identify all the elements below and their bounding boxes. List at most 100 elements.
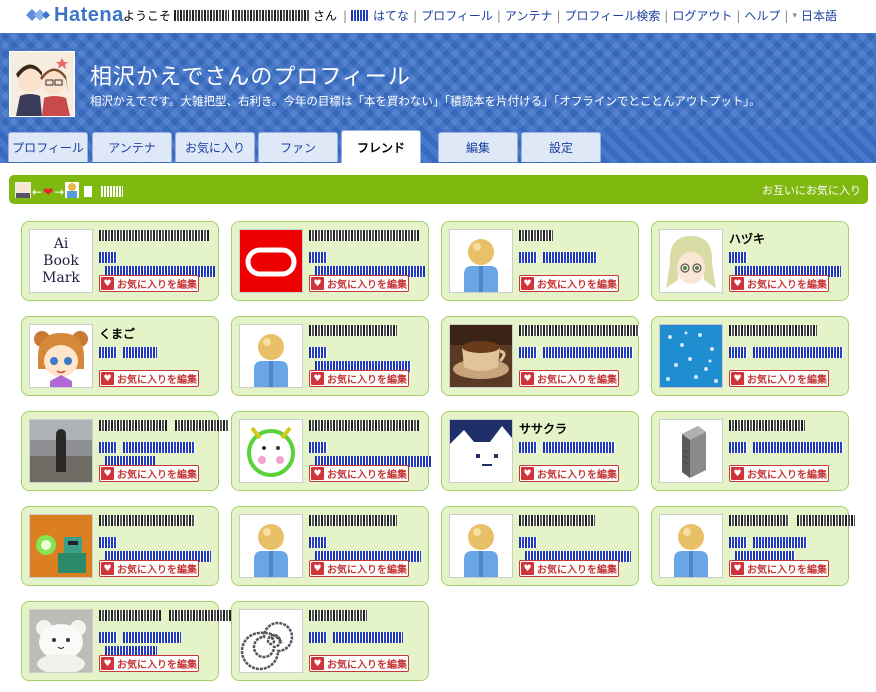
friend-avatar[interactable] — [659, 324, 723, 388]
edit-favorite-button[interactable]: ♥ お気に入りを編集 — [729, 465, 829, 482]
friend-name[interactable] — [309, 230, 419, 244]
redacted-link[interactable] — [309, 632, 327, 643]
friend-avatar[interactable] — [239, 609, 303, 673]
redacted-link[interactable] — [753, 537, 807, 548]
profile-avatar[interactable] — [9, 51, 75, 117]
friend-link[interactable] — [519, 442, 615, 456]
friend-name[interactable]: ササクラ — [519, 420, 567, 437]
friend-name[interactable] — [519, 515, 595, 529]
redacted-link[interactable] — [729, 537, 747, 548]
redacted-link[interactable] — [309, 347, 327, 358]
friend-link[interactable] — [519, 347, 633, 361]
hatena-logo[interactable]: Hatena — [24, 4, 124, 26]
redacted-link[interactable] — [519, 347, 537, 358]
friend-avatar[interactable] — [239, 229, 303, 293]
tab-profile[interactable]: プロフィール — [8, 132, 88, 162]
redacted-link[interactable] — [519, 442, 537, 453]
friend-name[interactable] — [729, 325, 817, 339]
edit-favorite-button[interactable]: ♥ お気に入りを編集 — [99, 655, 199, 672]
friend-name[interactable] — [519, 325, 639, 339]
redacted-link[interactable] — [351, 10, 370, 21]
nav-language[interactable]: 日本語 — [801, 7, 837, 24]
nav-hatena[interactable]: はてな — [373, 7, 409, 24]
redacted-link[interactable] — [519, 537, 537, 548]
redacted-link[interactable] — [309, 252, 327, 263]
redacted-link[interactable] — [543, 347, 633, 358]
tab-fans[interactable]: ファン — [258, 132, 338, 162]
friend-name[interactable] — [99, 230, 209, 244]
friend-name[interactable] — [99, 420, 229, 434]
edit-favorite-button[interactable]: ♥ お気に入りを編集 — [519, 465, 619, 482]
edit-favorite-button[interactable]: ♥ お気に入りを編集 — [99, 275, 199, 292]
friend-name[interactable] — [729, 515, 855, 529]
friend-avatar[interactable] — [659, 419, 723, 483]
nav-profile[interactable]: プロフィール — [421, 7, 493, 24]
friend-avatar[interactable] — [29, 609, 93, 673]
friend-link[interactable] — [519, 252, 597, 266]
redacted-link[interactable] — [729, 252, 747, 263]
friend-avatar[interactable] — [449, 514, 513, 578]
friend-name[interactable] — [309, 515, 397, 529]
nav-profile-search[interactable]: プロフィール検索 — [565, 7, 661, 24]
tab-edit[interactable]: 編集 — [438, 132, 518, 162]
edit-favorite-button[interactable]: ♥ お気に入りを編集 — [99, 465, 199, 482]
edit-favorite-button[interactable]: ♥ お気に入りを編集 — [729, 560, 829, 577]
friend-avatar[interactable] — [29, 419, 93, 483]
edit-favorite-button[interactable]: ♥ お気に入りを編集 — [729, 275, 829, 292]
redacted-link[interactable] — [753, 347, 843, 358]
redacted-link[interactable] — [333, 632, 403, 643]
redacted-link[interactable] — [99, 632, 117, 643]
redacted-link[interactable] — [99, 442, 117, 453]
nav-antenna[interactable]: アンテナ — [505, 7, 553, 24]
friend-avatar[interactable] — [239, 514, 303, 578]
friend-avatar[interactable] — [29, 324, 93, 388]
friend-avatar[interactable] — [29, 514, 93, 578]
friend-name[interactable] — [99, 610, 235, 624]
tab-settings[interactable]: 設定 — [521, 132, 601, 162]
edit-favorite-button[interactable]: ♥ お気に入りを編集 — [309, 560, 409, 577]
tab-favorites[interactable]: お気に入り — [175, 132, 255, 162]
edit-favorite-button[interactable]: ♥ お気に入りを編集 — [99, 370, 199, 387]
friend-name[interactable] — [99, 515, 195, 529]
friend-link[interactable] — [729, 347, 843, 361]
edit-favorite-button[interactable]: ♥ お気に入りを編集 — [309, 655, 409, 672]
redacted-link[interactable] — [729, 442, 747, 453]
friend-avatar[interactable] — [659, 514, 723, 578]
edit-favorite-button[interactable]: ♥ お気に入りを編集 — [519, 370, 619, 387]
redacted-link[interactable] — [309, 442, 327, 453]
friend-name[interactable] — [309, 420, 419, 434]
friend-avatar[interactable] — [659, 229, 723, 293]
friend-name[interactable] — [309, 325, 397, 339]
friend-name[interactable]: くまご — [99, 325, 135, 342]
redacted-link[interactable] — [729, 347, 747, 358]
nav-logout[interactable]: ログアウト — [672, 7, 732, 24]
edit-favorite-button[interactable]: ♥ お気に入りを編集 — [309, 275, 409, 292]
friend-avatar[interactable]: Ai Book Mark — [29, 229, 93, 293]
redacted-link[interactable] — [753, 442, 843, 453]
redacted-link[interactable] — [123, 632, 181, 643]
redacted-link[interactable] — [99, 252, 117, 263]
friend-avatar[interactable] — [239, 419, 303, 483]
redacted-link[interactable] — [543, 252, 597, 263]
friend-avatar[interactable] — [449, 229, 513, 293]
tab-antenna[interactable]: アンテナ — [92, 132, 172, 162]
friend-name[interactable] — [309, 610, 367, 624]
redacted-link[interactable] — [99, 537, 117, 548]
redacted-link[interactable] — [99, 347, 117, 358]
redacted-link[interactable] — [519, 252, 537, 263]
redacted-link[interactable] — [123, 442, 195, 453]
edit-favorite-button[interactable]: ♥ お気に入りを編集 — [309, 370, 409, 387]
friend-name[interactable] — [729, 420, 805, 434]
friend-avatar[interactable] — [239, 324, 303, 388]
edit-favorite-button[interactable]: ♥ お気に入りを編集 — [519, 275, 619, 292]
friend-link[interactable] — [99, 347, 157, 361]
friend-avatar[interactable] — [449, 324, 513, 388]
edit-favorite-button[interactable]: ♥ お気に入りを編集 — [309, 465, 409, 482]
edit-favorite-button[interactable]: ♥ お気に入りを編集 — [729, 370, 829, 387]
edit-favorite-button[interactable]: ♥ お気に入りを編集 — [99, 560, 199, 577]
friend-link[interactable] — [729, 442, 843, 456]
friend-avatar[interactable] — [449, 419, 513, 483]
friend-link[interactable] — [309, 632, 403, 646]
friend-name[interactable]: ハヅキ — [729, 230, 765, 247]
redacted-link[interactable] — [123, 347, 157, 358]
